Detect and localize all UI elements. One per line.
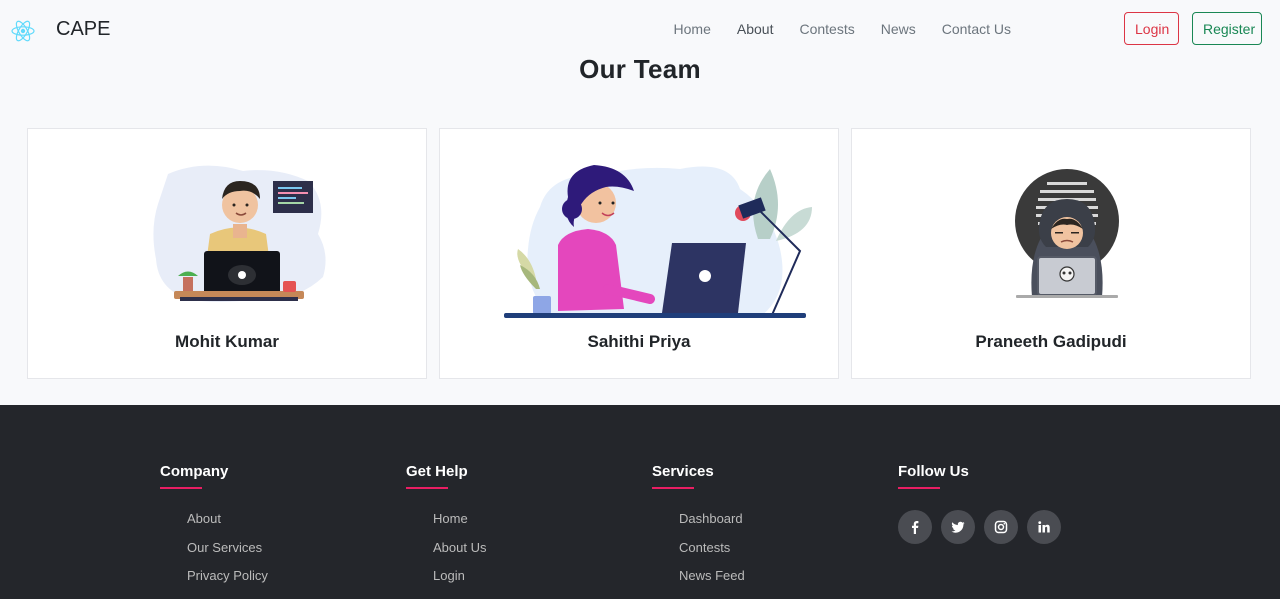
team-card: Praneeth Gadipudi bbox=[851, 128, 1251, 379]
nav-link-contests[interactable]: Contests bbox=[786, 20, 867, 38]
heading-underline bbox=[406, 487, 448, 489]
nav-link-news[interactable]: News bbox=[868, 20, 929, 38]
register-button[interactable]: Register bbox=[1192, 12, 1262, 45]
footer-heading: Get Help bbox=[406, 463, 468, 480]
instagram-icon[interactable] bbox=[984, 510, 1018, 544]
footer-column-company: Company About Our Services Privacy Polic… bbox=[160, 463, 268, 598]
page-title: Our Team bbox=[579, 54, 701, 84]
linkedin-icon[interactable] bbox=[1027, 510, 1061, 544]
react-atom-icon bbox=[11, 20, 35, 42]
team-card: Mohit Kumar bbox=[27, 128, 427, 379]
hooded-hacker-illustration bbox=[1015, 169, 1119, 298]
footer-link-home[interactable]: Home bbox=[433, 512, 486, 526]
footer-link-login[interactable]: Login bbox=[433, 569, 486, 583]
social-links bbox=[898, 510, 1061, 544]
footer-column-get-help: Get Help Home About Us Login bbox=[406, 463, 486, 598]
woman-with-laptop-illustration bbox=[504, 165, 812, 318]
footer-links: Dashboard Contests News Feed bbox=[652, 512, 745, 583]
footer-heading: Services bbox=[652, 463, 714, 480]
nav-link-contact-us[interactable]: Contact Us bbox=[929, 20, 1024, 38]
nav-link-about[interactable]: About bbox=[724, 20, 787, 38]
login-button[interactable]: Login bbox=[1124, 12, 1179, 45]
heading-underline bbox=[652, 487, 694, 489]
footer-links: About Our Services Privacy Policy bbox=[160, 512, 268, 583]
footer-link-privacy-policy[interactable]: Privacy Policy bbox=[187, 569, 268, 583]
facebook-icon[interactable] bbox=[898, 510, 932, 544]
navbar: CAPE Home About Contests News Contact Us… bbox=[0, 0, 1280, 58]
footer-link-about-us[interactable]: About Us bbox=[433, 540, 486, 555]
heading-underline bbox=[160, 487, 202, 489]
member-name: Sahithi Priya bbox=[587, 332, 691, 351]
twitter-icon[interactable] bbox=[941, 510, 975, 544]
footer-link-our-services[interactable]: Our Services bbox=[187, 540, 268, 555]
footer-heading: Follow Us bbox=[898, 463, 969, 480]
heading-underline bbox=[898, 487, 940, 489]
brand-name: CAPE bbox=[56, 18, 111, 40]
footer-link-dashboard[interactable]: Dashboard bbox=[679, 512, 745, 526]
footer-link-about[interactable]: About bbox=[187, 512, 268, 526]
footer-link-news-feed[interactable]: News Feed bbox=[679, 569, 745, 583]
footer: Company About Our Services Privacy Polic… bbox=[0, 405, 1280, 599]
nav-links: Home About Contests News Contact Us bbox=[661, 20, 1024, 38]
team-card: Sahithi Priya bbox=[439, 128, 839, 379]
member-name: Praneeth Gadipudi bbox=[975, 332, 1127, 351]
footer-column-follow-us: Follow Us bbox=[898, 463, 1061, 544]
footer-heading: Company bbox=[160, 463, 229, 480]
developer-at-desk-illustration bbox=[153, 165, 326, 302]
footer-links: Home About Us Login bbox=[406, 512, 486, 583]
footer-column-services: Services Dashboard Contests News Feed bbox=[652, 463, 745, 598]
nav-link-home[interactable]: Home bbox=[661, 20, 724, 38]
brand-link[interactable]: CAPE bbox=[10, 18, 110, 44]
member-name: Mohit Kumar bbox=[175, 332, 279, 351]
footer-link-contests[interactable]: Contests bbox=[679, 540, 745, 555]
